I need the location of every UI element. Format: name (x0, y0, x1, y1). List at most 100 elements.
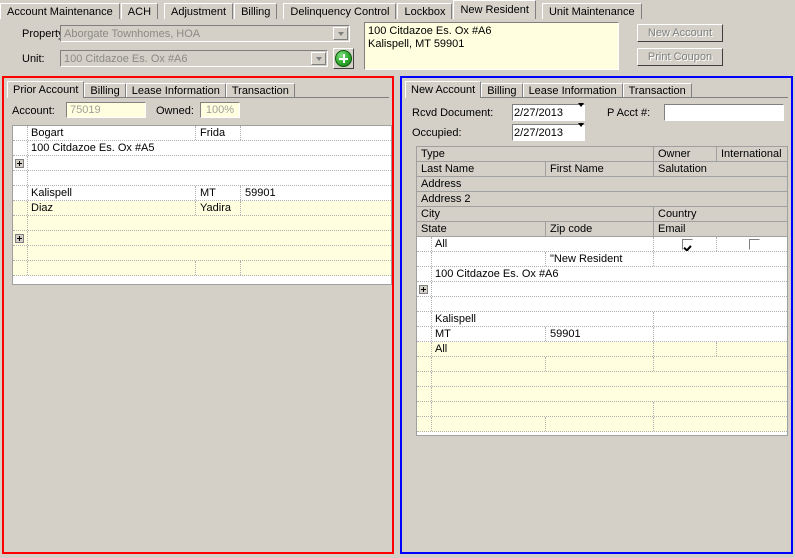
table-row[interactable]: Type Owner International (417, 147, 787, 162)
p-acct-field[interactable] (664, 104, 784, 121)
owner-checkbox-cell[interactable] (654, 237, 717, 251)
international-checkbox-cell[interactable] (717, 237, 787, 251)
table-cell[interactable]: Kalispell (431, 312, 654, 326)
expand-plus-icon[interactable] (419, 285, 428, 294)
table-row[interactable]: City Country (417, 207, 787, 222)
table-cell[interactable]: First Name (546, 162, 654, 176)
prior-account-grid[interactable]: Bogart Frida 100 Citdazoe Es. Ox #A5 Kalisp… (12, 125, 392, 285)
table-cell[interactable] (717, 342, 787, 356)
table-cell[interactable]: International (717, 147, 787, 161)
table-row[interactable]: 100 Citdazoe Es. Ox #A5 (13, 141, 391, 156)
table-cell[interactable] (654, 417, 787, 431)
table-cell[interactable] (27, 216, 391, 230)
table-cell[interactable]: Yadira (196, 201, 241, 215)
expand-plus-icon[interactable] (15, 234, 24, 243)
prior-account-tab-transaction[interactable]: Transaction (225, 83, 295, 98)
main-tab-delinquency-control[interactable]: Delinquency Control (283, 3, 397, 19)
table-cell[interactable]: All (431, 237, 654, 251)
table-cell[interactable]: City (417, 207, 654, 221)
table-cell[interactable]: Country (654, 207, 787, 221)
new-account-tab-lease-information[interactable]: Lease Information (522, 83, 623, 98)
table-cell[interactable] (654, 252, 787, 266)
table-cell[interactable] (241, 261, 391, 275)
new-account-tab-transaction[interactable]: Transaction (622, 83, 692, 98)
table-cell[interactable]: Frida (196, 126, 241, 140)
main-tab-ach[interactable]: ACH (120, 3, 159, 19)
table-cell[interactable] (431, 297, 787, 311)
table-cell[interactable] (27, 156, 391, 170)
table-cell[interactable]: Salutation (654, 162, 787, 176)
international-checkbox[interactable] (748, 238, 760, 250)
main-tab-strip[interactable]: Account Maintenance ACH Adjustment Billing D… (0, 0, 795, 20)
new-account-tab-new-account[interactable]: New Account (405, 81, 482, 98)
table-row[interactable]: Kalispell (417, 312, 787, 327)
table-row[interactable]: Address 2 (417, 192, 787, 207)
table-row[interactable] (417, 387, 787, 402)
table-row[interactable] (13, 171, 391, 186)
table-row[interactable]: All (417, 342, 787, 357)
table-cell[interactable] (431, 282, 787, 296)
table-cell[interactable]: All (431, 342, 654, 356)
table-row[interactable] (417, 357, 787, 372)
chevron-down-icon[interactable] (578, 122, 584, 139)
table-cell[interactable] (241, 201, 391, 215)
table-row[interactable] (417, 297, 787, 312)
main-tab-account-maintenance[interactable]: Account Maintenance (0, 3, 120, 19)
new-account-button[interactable]: New Account (637, 24, 723, 42)
table-cell[interactable] (431, 387, 787, 401)
table-cell[interactable]: Address (417, 177, 787, 191)
table-cell[interactable]: MT (431, 327, 546, 341)
table-cell[interactable]: MT (196, 186, 241, 200)
table-cell[interactable] (431, 357, 546, 371)
table-cell[interactable]: 59901 (546, 327, 654, 341)
table-cell[interactable]: State (417, 222, 546, 236)
table-row[interactable]: All (417, 237, 787, 252)
table-cell[interactable] (196, 261, 241, 275)
table-cell[interactable]: Kalispell (27, 186, 196, 200)
account-field[interactable]: 75019 (66, 102, 146, 118)
chevron-down-icon[interactable] (311, 52, 326, 65)
table-row[interactable] (417, 417, 787, 432)
table-row[interactable]: Diaz Yadira (13, 201, 391, 216)
right-panel-tab-strip[interactable]: New Account Billing Lease Information Trans… (405, 81, 692, 98)
table-row[interactable] (13, 261, 391, 276)
table-cell[interactable] (27, 261, 196, 275)
left-panel-tab-strip[interactable]: Prior Account Billing Lease Information Tra… (7, 81, 295, 98)
table-cell[interactable] (654, 342, 717, 356)
rcvd-document-datepicker[interactable]: 2/27/2013 (512, 102, 585, 121)
table-row[interactable] (417, 372, 787, 387)
print-coupon-button[interactable]: Print Coupon (637, 48, 723, 66)
table-row[interactable]: State Zip code Email (417, 222, 787, 237)
main-tab-unit-maintenance[interactable]: Unit Maintenance (541, 3, 642, 19)
table-cell[interactable]: Address 2 (417, 192, 787, 206)
table-row[interactable]: 100 Citdazoe Es. Ox #A6 (417, 267, 787, 282)
table-row[interactable]: Bogart Frida (13, 126, 391, 141)
table-cell[interactable] (546, 357, 654, 371)
owned-field[interactable]: 100% (200, 102, 240, 118)
table-cell[interactable] (431, 372, 787, 386)
table-cell[interactable] (431, 402, 654, 416)
prior-account-tab-prior-account[interactable]: Prior Account (7, 81, 85, 98)
table-cell[interactable]: 59901 (241, 186, 391, 200)
add-unit-button[interactable] (333, 48, 354, 69)
main-tab-new-resident[interactable]: New Resident (453, 0, 536, 19)
main-tab-billing[interactable]: Billing (234, 3, 278, 19)
table-cell[interactable]: 100 Citdazoe Es. Ox #A5 (27, 141, 391, 155)
prior-account-tab-billing[interactable]: Billing (84, 83, 126, 98)
table-cell[interactable]: Zip code (546, 222, 654, 236)
table-cell[interactable]: Diaz (27, 201, 196, 215)
table-row[interactable] (417, 402, 787, 417)
table-cell[interactable]: Type (417, 147, 654, 161)
table-cell[interactable] (241, 126, 391, 140)
table-cell[interactable]: 100 Citdazoe Es. Ox #A6 (431, 267, 787, 281)
table-cell[interactable] (654, 327, 787, 341)
table-cell[interactable]: Last Name (417, 162, 546, 176)
table-cell[interactable]: Owner (654, 147, 717, 161)
expand-plus-icon[interactable] (15, 159, 24, 168)
table-row[interactable] (13, 246, 391, 261)
table-cell[interactable]: Email (654, 222, 787, 236)
table-row[interactable] (13, 216, 391, 231)
owner-checkbox[interactable] (681, 238, 693, 250)
table-row[interactable]: Address (417, 177, 787, 192)
table-row[interactable] (417, 282, 787, 297)
